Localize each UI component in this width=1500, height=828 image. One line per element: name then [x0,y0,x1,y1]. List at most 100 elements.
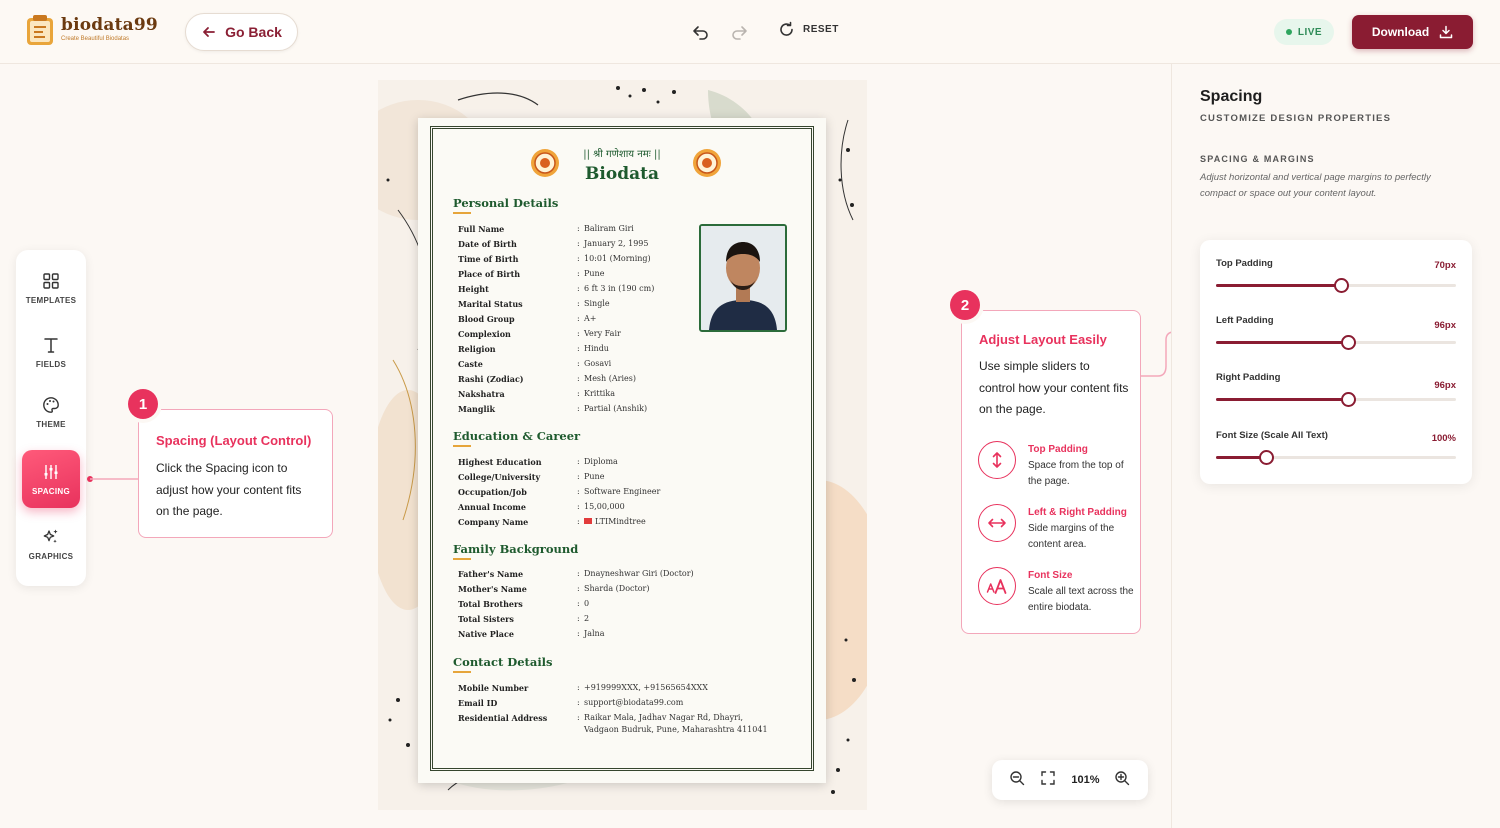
row-value: Partial (Anshik) [584,404,648,413]
panel-subtitle: CUSTOMIZE DESIGN PROPERTIES [1200,113,1392,124]
tool-label: GRAPHICS [28,551,74,561]
slider-fill [1216,398,1348,401]
slider-top-padding[interactable] [1216,278,1456,293]
row-colon: : [577,269,580,278]
row-label: Highest Education [458,457,542,467]
callout-2-body: Use simple sliders to control how your c… [979,359,1129,416]
biodata-canvas[interactable]: || श्री गणेशाय नमः || Biodata Personal D… [378,80,867,810]
detail-row: Highest Education: Diploma [458,457,798,472]
row-colon: : [577,299,580,308]
row-label: Date of Birth [458,239,517,249]
logo[interactable]: biodata99 Create Beautiful Biodatas [24,13,158,47]
slider-left-padding[interactable] [1216,335,1456,350]
zoom-in-button[interactable] [1114,770,1130,791]
feature-icon-font-size [978,567,1016,605]
tool-spacing[interactable]: SPACING [22,450,80,508]
row-colon: : [577,329,580,338]
reset-button[interactable]: RESET [778,21,839,38]
slider-thumb[interactable] [1341,335,1356,350]
row-colon: : [577,404,580,413]
row-label: Religion [458,344,496,354]
row-colon: : [577,629,580,638]
row-value: +919999XXX, +91565654XXX [584,683,708,692]
zoom-out-button[interactable] [1009,770,1025,791]
slider-label-left-padding: Left Padding [1216,315,1274,326]
spacing-sliders-card: Top Padding 70px Left Padding 96px Right… [1200,240,1472,484]
step-badge-2: 2 [950,290,980,320]
section-underline [453,558,471,560]
detail-row: Occupation/Job: Software Engineer [458,487,798,502]
slider-thumb[interactable] [1259,450,1275,465]
logo-name: biodata99 [61,15,158,35]
detail-row: College/University: Pune [458,472,798,487]
detail-row: Mother's Name: Sharda (Doctor) [458,584,798,599]
detail-row: Religion: Hindu [458,344,798,359]
row-value: Diploma [584,457,618,466]
callout-spacing-info: Spacing (Layout Control) Click the Spaci… [138,409,333,538]
row-label: Mother's Name [458,584,527,594]
slider-thumb[interactable] [1341,392,1356,407]
properties-panel: Spacing CUSTOMIZE DESIGN PROPERTIES SPAC… [1171,64,1500,828]
horizontal-arrows-icon [988,518,1006,528]
biodata-mantra: || श्री गणेशाय नमः || [583,149,661,160]
section-heading: Contact Details [453,655,553,669]
row-value: 0 [584,599,590,608]
row-colon: : [577,389,580,398]
row-colon: : [577,517,580,526]
row-value: Baliram Giri [584,224,634,233]
slider-right-padding[interactable] [1216,392,1456,407]
detail-row-continued: Vadgaon Budruk, Pune, Maharashtra 411041 [458,725,798,740]
detail-row: Complexion: Very Fair [458,329,798,344]
row-value: Dnayneshwar Giri (Doctor) [584,569,694,578]
undo-button[interactable] [690,21,712,43]
slider-value-right-padding: 96px [1434,380,1456,391]
feature-icon-top-padding [978,441,1016,479]
detail-row: Father's Name: Dnayneshwar Giri (Doctor) [458,569,798,584]
tool-fields[interactable]: FIELDS [22,324,80,380]
row-value: Hindu [584,344,609,353]
biodata-page[interactable]: || श्री गणेशाय नमः || Biodata Personal D… [418,118,826,783]
tool-graphics[interactable]: GRAPHICS [22,516,80,572]
slider-value-left-padding: 96px [1434,320,1456,331]
row-colon: : [577,254,580,263]
tool-theme[interactable]: THEME [22,384,80,440]
slider-thumb[interactable] [1333,278,1349,293]
zoom-out-icon [1010,770,1025,785]
zoom-in-icon [1115,770,1130,785]
live-status-badge: LIVE [1274,19,1334,45]
tool-templates[interactable]: TEMPLATES [22,260,80,316]
download-button[interactable]: Download [1352,15,1473,49]
row-value: Krittika [584,389,615,398]
vertical-arrows-icon [992,452,1002,468]
font-size-icon [986,579,1007,594]
tool-label: THEME [36,419,66,429]
slider-font-size[interactable] [1216,450,1456,465]
fit-screen-button[interactable] [1040,770,1056,791]
feature-desc: Space from the top of the page. [1028,460,1124,487]
redo-button[interactable] [728,21,750,43]
feature-title: Top Padding [1028,444,1088,455]
go-back-button[interactable]: Go Back [185,13,298,51]
row-colon: : [577,374,580,383]
row-value: Jalna [584,629,605,638]
tool-label: SPACING [32,486,70,496]
row-label: Email ID [458,698,498,708]
row-value: 10:01 (Morning) [584,254,651,263]
row-colon: : [577,224,580,233]
sliders-icon [44,464,58,479]
row-colon: : [577,502,580,511]
row-colon: : [577,614,580,623]
arrow-left-icon [203,27,215,37]
row-label: Company Name [458,517,529,527]
row-label: Nakshatra [458,389,505,399]
slider-fill [1216,284,1341,287]
detail-row: Caste: Gosavi [458,359,798,374]
row-label: Total Sisters [458,614,514,624]
row-value: Gosavi [584,359,612,368]
detail-row: Annual Income:15,00,000 [458,502,798,517]
row-colon: : [577,487,580,496]
row-value: LTIMindtree [595,517,646,526]
row-label: Time of Birth [458,254,519,264]
zoom-level: 101% [1071,774,1100,786]
callout-1-title: Spacing (Layout Control) [156,433,312,448]
